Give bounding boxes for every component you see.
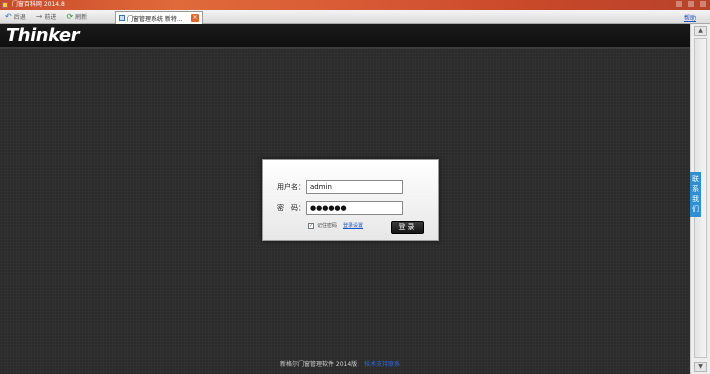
scroll-up-icon[interactable]: ▲ [694, 26, 707, 36]
refresh-icon: ⟳ [66, 11, 74, 21]
scroll-down-icon[interactable]: ▼ [694, 362, 707, 372]
username-input[interactable] [306, 180, 403, 194]
login-settings-link[interactable]: 登录设置 [343, 222, 363, 229]
footer-link[interactable]: 技术支持联系 [364, 361, 400, 368]
browser-tab[interactable]: 门窗管理系统 新特... × [115, 11, 203, 24]
login-button[interactable]: 登录 [391, 221, 424, 234]
tab-favicon-icon [119, 15, 125, 21]
minimize-button[interactable] [676, 1, 682, 7]
footer: 新格尔门窗管理软件 2014版 技术支持联系 [280, 359, 400, 368]
tab-close-icon[interactable]: × [191, 14, 199, 22]
forward-label: 前进 [44, 14, 57, 21]
username-label: 用户名： [277, 183, 305, 191]
password-label: 密 码： [277, 204, 305, 212]
password-input[interactable] [306, 201, 403, 215]
tab-label: 门窗管理系统 新特... [127, 15, 183, 23]
refresh-label: 刷新 [75, 14, 88, 21]
forward-arrow-icon: → [35, 11, 43, 21]
window-controls [676, 1, 706, 7]
window-titlebar: 门窗百科网 2014.8 [0, 0, 710, 10]
back-arrow-icon: ↶ [5, 11, 12, 21]
window-title: 门窗百科网 2014.8 [11, 1, 65, 8]
site-header: Thinker [0, 24, 690, 49]
contact-side-tab[interactable]: 联系我们 [690, 172, 701, 217]
remember-label: 记住密码 [317, 223, 338, 229]
browser-toolbar: ↶ 后退 → 前进 ⟳ 刷新 门窗管理系统 新特... × 帮助 [0, 10, 710, 24]
remember-checkbox[interactable]: ✓ [308, 222, 314, 229]
help-link[interactable]: 帮助 [684, 13, 696, 22]
forward-button[interactable]: → 前进 [31, 11, 62, 23]
refresh-button[interactable]: ⟳ 刷新 [61, 11, 92, 23]
site-logo: Thinker [6, 25, 80, 46]
username-row: 用户名： [277, 180, 403, 194]
close-window-button[interactable] [700, 1, 706, 7]
back-label: 后退 [13, 14, 26, 21]
footer-text: 新格尔门窗管理软件 2014版 [280, 361, 358, 368]
login-options: ✓ 记住密码 登录设置 [308, 222, 363, 229]
back-button[interactable]: ↶ 后退 [0, 11, 31, 23]
maximize-button[interactable] [688, 1, 694, 7]
app-icon [2, 1, 8, 8]
password-row: 密 码： [277, 201, 403, 215]
login-panel: 用户名： 密 码： ✓ 记住密码 登录设置 登录 [262, 159, 439, 241]
